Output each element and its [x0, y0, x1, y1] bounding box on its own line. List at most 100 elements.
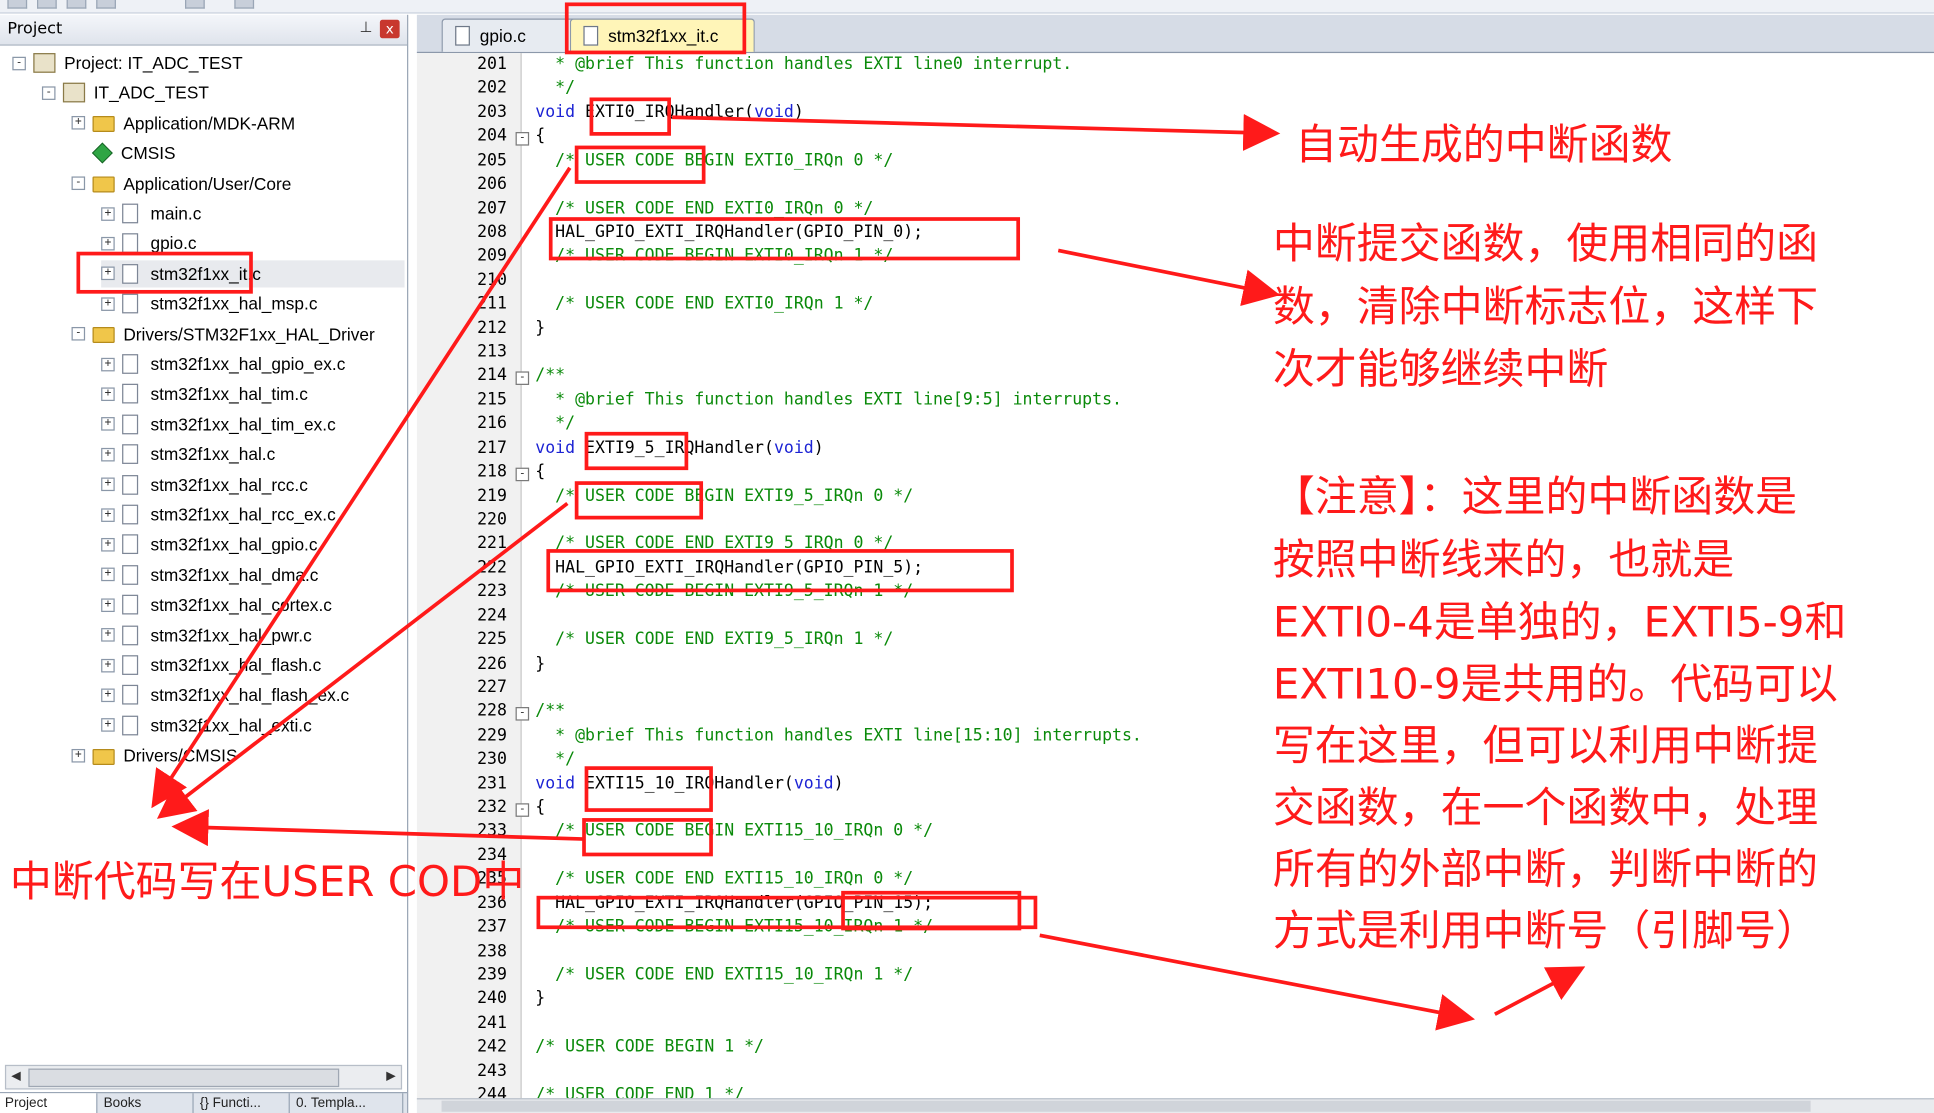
- code-line[interactable]: 217 void EXTI9_5_IRQHandler(void): [417, 439, 1934, 462]
- tree-file-hal-pwr-c[interactable]: + stm32f1xx_hal_pwr.c: [101, 621, 312, 648]
- tree-file-stm32f1xx-it-c[interactable]: + stm32f1xx_it.c: [101, 260, 405, 288]
- code-line[interactable]: 232-{: [417, 798, 1934, 821]
- tab-books[interactable]: Books: [99, 1093, 194, 1113]
- tree-folder-user-core[interactable]: - Application/User/Core: [71, 170, 291, 197]
- expand-icon[interactable]: +: [101, 206, 115, 221]
- code-line[interactable]: 215 * @brief This function handles EXTI …: [417, 391, 1934, 414]
- editor-horizontal-scrollbar[interactable]: [416, 1098, 1934, 1113]
- expand-icon[interactable]: +: [71, 748, 86, 763]
- fold-icon[interactable]: -: [515, 707, 530, 722]
- code-line[interactable]: 222 HAL_GPIO_EXTI_IRQHandler(GPIO_PIN_5)…: [417, 559, 1934, 582]
- code-line[interactable]: 238: [417, 942, 1934, 965]
- tab-gpio-c[interactable]: gpio.c: [441, 18, 585, 52]
- toolbar-button[interactable]: [234, 0, 255, 9]
- tree-file-hal-rcc-c[interactable]: + stm32f1xx_hal_rcc.c: [101, 471, 308, 498]
- toolbar-button[interactable]: [66, 0, 87, 9]
- scrollbar-thumb[interactable]: [28, 1068, 340, 1088]
- tab-functions[interactable]: {} Functi...: [195, 1093, 290, 1113]
- code-line[interactable]: 226}: [417, 655, 1934, 678]
- expand-icon[interactable]: +: [101, 296, 115, 311]
- tree-folder-drivers-cmsis[interactable]: + Drivers/CMSIS: [71, 742, 238, 769]
- tree-file-hal-cortex-c[interactable]: + stm32f1xx_hal_cortex.c: [101, 591, 332, 618]
- collapse-icon[interactable]: -: [41, 86, 56, 100]
- tree-file-gpio-c[interactable]: + gpio.c: [101, 230, 197, 257]
- expand-icon[interactable]: +: [101, 628, 115, 642]
- code-line[interactable]: 218-{: [417, 463, 1934, 486]
- code-line[interactable]: 236 HAL_GPIO_EXTI_IRQHandler(GPIO_PIN_15…: [417, 894, 1934, 917]
- expand-icon[interactable]: +: [101, 567, 115, 582]
- tab-templates[interactable]: 0. Templa...: [291, 1093, 404, 1113]
- scrollbar-thumb[interactable]: [441, 1100, 1811, 1112]
- code-line[interactable]: 203 void EXTI0_IRQHandler(void): [417, 103, 1934, 126]
- code-line[interactable]: 243: [417, 1062, 1934, 1085]
- pin-icon[interactable]: ⊥: [360, 19, 373, 36]
- tree-file-main-c[interactable]: + main.c: [101, 200, 201, 227]
- code-line[interactable]: 212}: [417, 319, 1934, 342]
- scroll-left-icon[interactable]: ◀: [6, 1067, 26, 1087]
- close-icon[interactable]: x: [379, 19, 400, 39]
- tree-file-hal-c[interactable]: + stm32f1xx_hal.c: [101, 441, 275, 468]
- code-line[interactable]: 204-{: [417, 127, 1934, 150]
- code-line[interactable]: 214-/**: [417, 367, 1934, 390]
- code-line[interactable]: 213: [417, 343, 1934, 366]
- toolbar-button[interactable]: [7, 0, 28, 9]
- toolbar-button[interactable]: [37, 0, 57, 9]
- expand-icon[interactable]: +: [101, 447, 115, 462]
- code-line[interactable]: 209 /* USER CODE BEGIN EXTI0_IRQn 1 */: [417, 247, 1934, 270]
- collapse-icon[interactable]: -: [71, 176, 86, 191]
- code-line[interactable]: 219 /* USER CODE BEGIN EXTI9_5_IRQn 0 */: [417, 487, 1934, 510]
- tree-folder-mdk-arm[interactable]: + Application/MDK-ARM: [71, 110, 295, 137]
- scroll-right-icon[interactable]: ▶: [381, 1067, 401, 1087]
- code-line[interactable]: 205 /* USER CODE BEGIN EXTI0_IRQn 0 */: [417, 151, 1934, 174]
- toolbar-button[interactable]: [185, 0, 205, 9]
- tree-file-hal-gpio-ex-c[interactable]: + stm32f1xx_hal_gpio_ex.c: [101, 350, 345, 377]
- code-line[interactable]: 229 * @brief This function handles EXTI …: [417, 726, 1934, 749]
- code-line[interactable]: 234: [417, 846, 1934, 869]
- code-line[interactable]: 207 /* USER CODE END EXTI0_IRQn 0 */: [417, 199, 1934, 222]
- expand-icon[interactable]: +: [71, 116, 86, 130]
- code-line[interactable]: 210: [417, 271, 1934, 294]
- code-line[interactable]: 224: [417, 607, 1934, 630]
- code-line[interactable]: 231 void EXTI15_10_IRQHandler(void): [417, 774, 1934, 797]
- tree-file-hal-tim-c[interactable]: + stm32f1xx_hal_tim.c: [101, 381, 308, 408]
- code-line[interactable]: 235 /* USER CODE END EXTI15_10_IRQn 0 */: [417, 870, 1934, 893]
- code-line[interactable]: 233 /* USER CODE BEGIN EXTI15_10_IRQn 0 …: [417, 822, 1934, 845]
- code-line[interactable]: 230 */: [417, 750, 1934, 773]
- expand-icon[interactable]: +: [101, 417, 115, 431]
- code-line[interactable]: 202 */: [417, 79, 1934, 102]
- tree-file-hal-tim-ex-c[interactable]: + stm32f1xx_hal_tim_ex.c: [101, 411, 336, 438]
- tree-file-hal-flash-ex-c[interactable]: + stm32f1xx_hal_flash_ex.c: [101, 682, 349, 709]
- toolbar-button[interactable]: [96, 0, 116, 9]
- expand-icon[interactable]: +: [101, 236, 115, 251]
- fold-icon[interactable]: -: [515, 371, 530, 386]
- code-line[interactable]: 225 /* USER CODE END EXTI9_5_IRQn 1 */: [417, 631, 1934, 654]
- code-line[interactable]: 228-/**: [417, 702, 1934, 725]
- tree-file-hal-rcc-ex-c[interactable]: + stm32f1xx_hal_rcc_ex.c: [101, 501, 336, 528]
- fold-icon[interactable]: -: [515, 132, 530, 146]
- code-line[interactable]: 216 */: [417, 415, 1934, 438]
- code-line[interactable]: 240}: [417, 990, 1934, 1013]
- code-area[interactable]: 201 * @brief This function handles EXTI …: [417, 53, 1934, 1105]
- expand-icon[interactable]: +: [101, 718, 115, 733]
- tree-cmsis[interactable]: CMSIS: [72, 140, 176, 167]
- code-line[interactable]: 211 /* USER CODE END EXTI0_IRQn 1 */: [417, 295, 1934, 318]
- expand-icon[interactable]: +: [101, 688, 115, 702]
- tree-file-hal-dma-c[interactable]: + stm32f1xx_hal_dma.c: [101, 561, 318, 588]
- expand-icon[interactable]: +: [101, 477, 115, 492]
- tree-folder-hal-driver[interactable]: - Drivers/STM32F1xx_HAL_Driver: [71, 320, 375, 347]
- expand-icon[interactable]: +: [101, 537, 115, 552]
- tree-target[interactable]: - IT_ADC_TEST: [41, 79, 209, 106]
- fold-icon[interactable]: -: [515, 803, 530, 817]
- code-line[interactable]: 237 /* USER CODE BEGIN EXTI15_10_IRQn 1 …: [417, 918, 1934, 941]
- code-line[interactable]: 239 /* USER CODE END EXTI15_10_IRQn 1 */: [417, 966, 1934, 989]
- code-line[interactable]: 223 /* USER CODE BEGIN EXTI9_5_IRQn 1 */: [417, 583, 1934, 606]
- code-line[interactable]: 206: [417, 175, 1934, 198]
- code-line[interactable]: 208 HAL_GPIO_EXTI_IRQHandler(GPIO_PIN_0)…: [417, 223, 1934, 246]
- tree-file-hal-msp-c[interactable]: + stm32f1xx_hal_msp.c: [101, 290, 317, 317]
- code-line[interactable]: 241: [417, 1014, 1934, 1037]
- code-line[interactable]: 227: [417, 679, 1934, 702]
- code-line[interactable]: 242 /* USER CODE BEGIN 1 */: [417, 1038, 1934, 1061]
- tree-file-hal-gpio-c[interactable]: + stm32f1xx_hal_gpio.c: [101, 531, 318, 558]
- tree-file-hal-flash-c[interactable]: + stm32f1xx_hal_flash.c: [101, 651, 321, 678]
- code-line[interactable]: 221 /* USER CODE END EXTI9_5_IRQn 0 */: [417, 535, 1934, 558]
